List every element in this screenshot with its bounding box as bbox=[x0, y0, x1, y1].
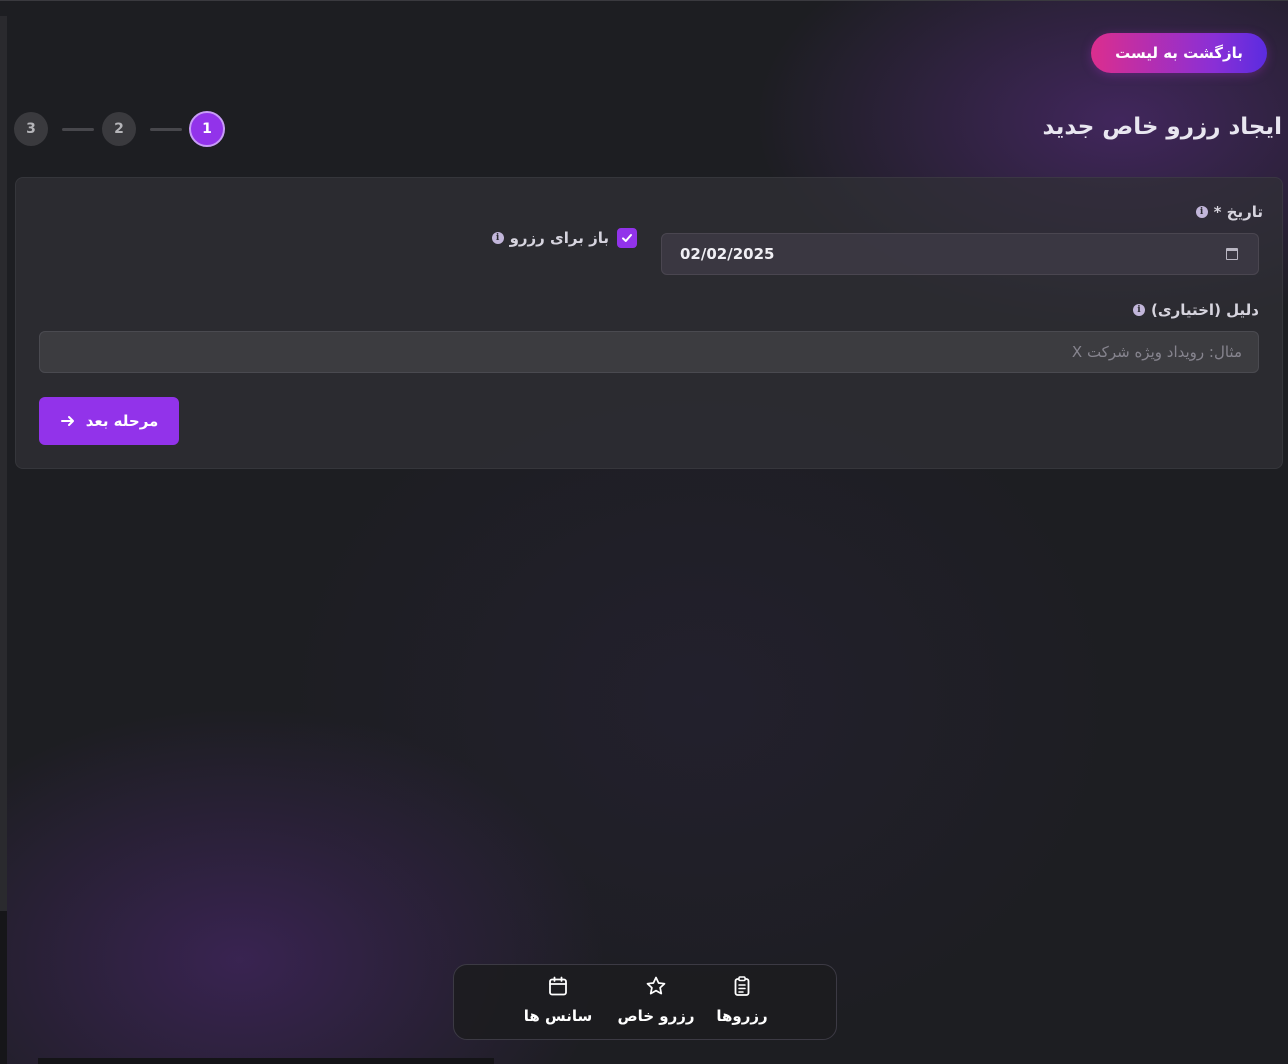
window-top-border bbox=[0, 0, 1288, 1]
date-input[interactable]: 02/02/2025 bbox=[661, 233, 1259, 275]
reason-input[interactable]: مثال: رویداد ویژه شرکت X bbox=[39, 331, 1259, 373]
reason-label-group: دلیل (اختیاری) i bbox=[1133, 301, 1259, 319]
info-icon[interactable]: i bbox=[1195, 206, 1208, 218]
page-background bbox=[0, 0, 1288, 1064]
calendar-icon bbox=[549, 976, 567, 996]
nav-label-special-booking: رزرو خاص bbox=[617, 1007, 695, 1025]
step-3: 3 bbox=[14, 112, 48, 146]
clipboard-icon bbox=[734, 976, 750, 996]
next-step-label: مرحله بعد bbox=[85, 412, 159, 430]
left-edge-panel bbox=[0, 16, 7, 911]
calendar-picker-icon[interactable] bbox=[1226, 248, 1238, 260]
step-1-active: 1 bbox=[189, 111, 225, 147]
date-label-group: تاریخ * i bbox=[1195, 203, 1263, 221]
info-icon[interactable]: i bbox=[1133, 304, 1145, 316]
step-connector bbox=[150, 128, 182, 131]
form-card bbox=[15, 177, 1283, 469]
star-icon bbox=[646, 976, 666, 995]
left-edge-panel-bottom bbox=[0, 911, 7, 1064]
nav-label-bookings: رزروها bbox=[716, 1007, 768, 1025]
page-title: ایجاد رزرو خاص جدید bbox=[1042, 114, 1282, 140]
step-connector bbox=[62, 128, 94, 131]
next-step-button[interactable]: مرحله بعد bbox=[39, 397, 179, 445]
date-label: تاریخ * bbox=[1213, 203, 1263, 221]
nav-item-bookings[interactable]: رزروها bbox=[697, 975, 787, 1031]
checkmark-icon bbox=[622, 234, 632, 242]
reason-label: دلیل (اختیاری) bbox=[1151, 301, 1259, 319]
nav-item-special-booking[interactable]: رزرو خاص bbox=[611, 975, 701, 1031]
back-to-list-button[interactable]: بازگشت به لیست bbox=[1091, 33, 1267, 73]
bottom-edge-strip bbox=[38, 1058, 494, 1064]
bottom-nav: سانس ها رزرو خاص رزروها bbox=[453, 964, 837, 1040]
arrow-right-icon bbox=[60, 416, 74, 426]
date-value: 02/02/2025 bbox=[680, 245, 775, 263]
nav-item-sessions[interactable]: سانس ها bbox=[513, 975, 603, 1031]
reason-placeholder: مثال: رویداد ویژه شرکت X bbox=[1071, 343, 1242, 361]
nav-label-sessions: سانس ها bbox=[523, 1007, 593, 1025]
open-for-booking-label: باز برای رزرو bbox=[509, 229, 609, 247]
open-for-booking-checkbox[interactable] bbox=[617, 228, 637, 248]
info-icon[interactable]: i bbox=[491, 232, 504, 244]
open-for-booking-label-group: باز برای رزرو i bbox=[491, 229, 609, 247]
step-2: 2 bbox=[102, 112, 136, 146]
